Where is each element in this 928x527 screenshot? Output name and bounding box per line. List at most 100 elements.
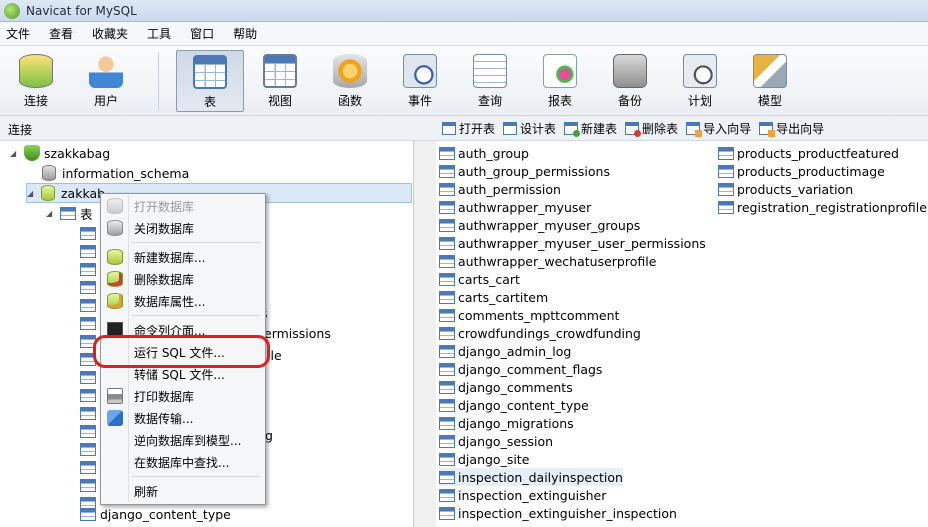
tables-list[interactable]: auth_group auth_group_permissions auth_p… [436,141,928,527]
toolbar-query-button[interactable]: 查询 [456,50,524,112]
table-row[interactable] [80,385,100,405]
list-item[interactable]: inspection_extinguisher_inspection [439,504,677,522]
table-row[interactable] [80,367,100,387]
toolbar-connection-button[interactable]: 连接 [2,50,70,112]
table-name: authwrapper_myuser [458,199,592,215]
table-name: carts_cartitem [458,289,549,305]
schedule-icon [683,54,717,88]
list-item[interactable]: django_comment_flags [439,360,602,378]
list-item[interactable]: authwrapper_myuser_user_permissions [439,234,706,252]
new-table-button[interactable]: 新建表 [564,120,617,137]
list-item[interactable]: carts_cartitem [439,288,548,306]
menu-view[interactable]: 查看 [43,25,86,42]
toolbar-event-button[interactable]: 事件 [386,50,454,112]
table-row[interactable] [80,277,100,297]
menu-favorites[interactable]: 收藏夹 [86,25,141,42]
menu-item-delete-database[interactable]: 删除数据库 [103,268,263,290]
export-wizard-button[interactable]: 导出向导 [759,120,824,137]
list-item[interactable]: django_session [439,432,553,450]
list-item[interactable]: auth_group_permissions [439,162,610,180]
table-icon [80,244,96,258]
table-icon [80,507,96,521]
tree-database-information-schema[interactable]: information_schema [42,163,189,183]
menu-item-reverse-to-model[interactable]: 逆向数据库到模型... [103,429,263,451]
list-item[interactable]: inspection_dailyinspection [439,468,623,486]
table-row[interactable] [80,295,100,315]
table-name: comments_mpttcomment [458,307,620,323]
tree-tables-node[interactable]: ◢ 表 [46,203,93,223]
list-item[interactable]: django_admin_log [439,342,571,360]
delete-table-icon [625,122,642,137]
collapse-arrow-icon[interactable]: ◢ [10,149,20,158]
table-row[interactable] [80,475,100,495]
list-item[interactable]: registration_registrationprofile [718,198,927,216]
menu-item-data-transfer[interactable]: 数据传输... [103,407,263,429]
menu-item-label: 在数据库中查找... [134,455,230,470]
list-item[interactable]: carts_cart [439,270,520,288]
table-row[interactable] [80,439,100,459]
database-name: information_schema [62,165,190,181]
table-row[interactable] [80,457,100,477]
table-row[interactable] [80,313,100,333]
list-item[interactable]: django_migrations [439,414,574,432]
toolbar-backup-button[interactable]: 备份 [596,50,664,112]
design-table-button[interactable]: 设计表 [503,120,556,137]
open-table-button[interactable]: 打开表 [442,120,495,137]
list-item[interactable]: authwrapper_wechatuserprofile [439,252,656,270]
menu-item-find-in-database[interactable]: 在数据库中查找... [103,451,263,473]
list-item[interactable]: crowdfundings_crowdfunding [439,324,641,342]
collapse-arrow-icon[interactable]: ◢ [27,189,37,198]
list-item[interactable]: auth_permission [439,180,561,198]
close-database-icon [107,220,123,236]
list-item[interactable]: django_content_type [439,396,589,414]
table-row[interactable] [80,421,100,441]
table-name: authwrapper_wechatuserprofile [458,253,657,269]
menu-item-close-database[interactable]: 关闭数据库 [103,217,263,239]
list-item[interactable]: django_site [439,450,529,468]
list-item[interactable]: comments_mpttcomment [439,306,619,324]
menu-item-label: 逆向数据库到模型... [134,433,242,448]
toolbar-table-button[interactable]: 表 [176,50,244,112]
delete-table-button[interactable]: 删除表 [625,120,678,137]
table-row[interactable] [80,403,100,423]
list-item[interactable]: products_variation [718,180,853,198]
import-wizard-icon [686,122,703,137]
menu-item-label: 数据传输... [134,411,194,426]
toolbar-function-button[interactable]: 函数 [316,50,384,112]
list-item[interactable]: inspection_extinguisher [439,486,606,504]
menu-item-refresh[interactable]: 刷新 [103,480,263,502]
menu-help[interactable]: 帮助 [227,25,270,42]
menu-window[interactable]: 窗口 [184,25,227,42]
collapse-arrow-icon[interactable]: ◢ [46,209,56,218]
list-item[interactable]: products_productfeatured [718,144,899,162]
list-item[interactable]: auth_group [439,144,529,162]
toolbar-model-button[interactable]: 模型 [736,50,804,112]
menu-file[interactable]: 文件 [0,25,43,42]
menu-item-database-properties[interactable]: 数据库属性... [103,290,263,312]
toolbar-report-button[interactable]: 报表 [526,50,594,112]
table-name: django_site [458,451,530,467]
toolbar-user-button[interactable]: 用户 [72,50,140,112]
toolbar-view-button[interactable]: 视图 [246,50,314,112]
table-row[interactable]: django_content_type [80,504,231,524]
list-item[interactable]: django_comments [439,378,573,396]
menu-item-open-database[interactable]: 打开数据库 [103,195,263,217]
list-item[interactable]: products_productimage [718,162,885,180]
model-icon [753,54,787,88]
table-row[interactable] [80,241,100,261]
menu-tools[interactable]: 工具 [141,25,184,42]
menu-item-new-database[interactable]: 新建数据库... [103,246,263,268]
toolbar-schedule-button[interactable]: 计划 [666,50,734,112]
table-row[interactable] [80,259,100,279]
list-item[interactable]: authwrapper_myuser_groups [439,216,640,234]
list-item[interactable]: authwrapper_myuser [439,198,591,216]
import-wizard-button[interactable]: 导入向导 [686,120,751,137]
menu-item-label: 数据库属性... [134,294,206,309]
table-icon [439,308,455,322]
table-name: inspection_extinguisher_inspection [458,505,677,521]
table-name: registration_registrationprofile [737,199,927,215]
table-row[interactable] [80,223,100,243]
table-icon [439,416,455,430]
menu-item-print-database[interactable]: 打印数据库 [103,385,263,407]
tree-connection-node[interactable]: ◢ szakkabag [10,143,110,163]
